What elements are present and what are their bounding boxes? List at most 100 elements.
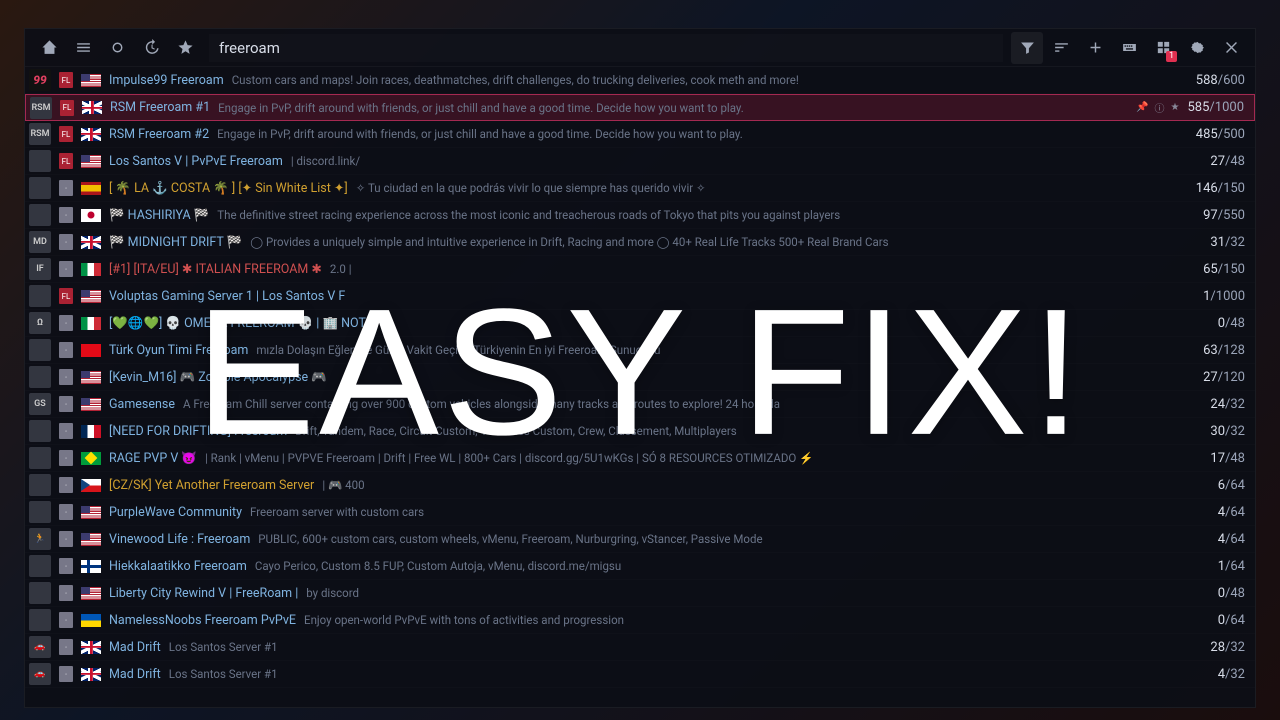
player-count: 0/48 bbox=[1218, 316, 1245, 331]
server-description: A Freeroam Chill server containing over … bbox=[183, 397, 1202, 411]
server-row[interactable]: ·Liberty City Rewind V | FreeRoam |by di… bbox=[25, 580, 1255, 607]
server-icon bbox=[29, 366, 51, 388]
server-description: Cayo Perico, Custom 8.5 FUP, Custom Auto… bbox=[255, 559, 1210, 573]
server-tag: · bbox=[59, 531, 73, 547]
server-icon bbox=[29, 204, 51, 226]
flag-icon bbox=[81, 371, 101, 384]
server-tag: FL bbox=[60, 100, 74, 116]
server-icon: RSM bbox=[30, 97, 52, 119]
resource-icon[interactable]: 1 bbox=[1147, 32, 1179, 64]
server-row[interactable]: 🏃·Vinewood Life : FreeroamPUBLIC, 600+ c… bbox=[25, 526, 1255, 553]
flag-icon bbox=[81, 506, 101, 519]
server-name: Los Santos V | PvPvE Freeroam bbox=[109, 154, 283, 169]
server-row[interactable]: · RAGE PVP V 😈 | Rank | vMenu | PVPVE Free… bbox=[25, 445, 1255, 472]
server-icon bbox=[29, 582, 51, 604]
server-row[interactable]: 99FLImpulse99 FreeroamCustom cars and ma… bbox=[25, 67, 1255, 94]
flag-icon bbox=[81, 614, 101, 627]
server-icon bbox=[29, 474, 51, 496]
server-row[interactable]: RSMFLRSM Freeroam #1Engage in PvP, drift… bbox=[25, 94, 1255, 121]
server-name: 🏁 HASHIRIYA 🏁 bbox=[109, 208, 209, 223]
server-row[interactable]: FLVoluptas Gaming Server 1 | Los Santos … bbox=[25, 283, 1255, 310]
server-icon bbox=[29, 447, 51, 469]
player-count: 0/48 bbox=[1218, 586, 1245, 601]
server-icon: 99 bbox=[29, 69, 51, 91]
gear-icon[interactable] bbox=[1181, 32, 1213, 64]
server-row[interactable]: FLLos Santos V | PvPvE Freeroam| discord… bbox=[25, 148, 1255, 175]
star-icon[interactable] bbox=[169, 32, 201, 64]
server-description: mızla Dolaşın Eğlen Ve Güzel Vakit Geçir… bbox=[256, 343, 1195, 357]
player-count: 63/128 bbox=[1203, 343, 1245, 358]
server-tag: · bbox=[59, 396, 73, 412]
server-icon bbox=[29, 555, 51, 577]
flag-icon bbox=[81, 290, 101, 303]
server-row[interactable]: ·PurpleWave CommunityFreeroam server wit… bbox=[25, 499, 1255, 526]
server-row[interactable]: 🚗·Mad DriftLos Santos Server #14/32 bbox=[25, 661, 1255, 688]
server-browser-panel: 1 99FLImpulse99 FreeroamCustom cars and … bbox=[24, 28, 1256, 708]
crown-icon[interactable] bbox=[101, 32, 133, 64]
filter-icon[interactable] bbox=[1011, 32, 1043, 64]
server-tag: · bbox=[59, 639, 73, 655]
server-description: The definitive street racing experience … bbox=[217, 208, 1195, 222]
server-tag: · bbox=[59, 315, 73, 331]
server-row[interactable]: Ω · [💚🌐💚] 💀 OMEGA FREEROAM 💀 | 🏢 NOT A 0/48 bbox=[25, 310, 1255, 337]
flag-icon bbox=[81, 452, 101, 465]
player-count: 4/64 bbox=[1218, 505, 1245, 520]
server-description: ✧ Tu ciudad en la que podrás vivir lo qu… bbox=[356, 181, 1188, 195]
server-name: [ 🌴 LA ⚓ COSTA 🌴 ] [✦ Sin White List ✦] bbox=[109, 180, 348, 196]
server-row[interactable]: ·Hiekkalaatikko FreeroamCayo Perico, Cus… bbox=[25, 553, 1255, 580]
server-row[interactable]: GS · Gamesense A Freeroam Chill server cont… bbox=[25, 391, 1255, 418]
close-icon[interactable] bbox=[1215, 32, 1247, 64]
server-tag: FL bbox=[59, 288, 73, 304]
info-icon[interactable]: ⓘ bbox=[1155, 100, 1165, 115]
server-description: Los Santos Server #1 bbox=[169, 640, 1203, 654]
server-icon: Ω bbox=[29, 312, 51, 334]
server-tag: FL bbox=[59, 72, 73, 88]
server-icon: IF bbox=[29, 258, 51, 280]
flag-icon bbox=[81, 263, 101, 276]
server-row[interactable]: IF·[#1] [ITA/EU] ✱ ITALIAN FREEROAM ✱2.0… bbox=[25, 256, 1255, 283]
fav-icon[interactable]: ★ bbox=[1171, 102, 1180, 113]
server-row[interactable]: ·[CZ/SK] Yet Another Freeroam Server| 🎮 … bbox=[25, 472, 1255, 499]
server-row[interactable]: ·NamelessNoobs Freeroam PvPvEEnjoy open-… bbox=[25, 607, 1255, 634]
player-count: 6/64 bbox=[1218, 478, 1245, 493]
server-tag: · bbox=[59, 558, 73, 574]
server-name: [NEED FOR DRIFTING] Freeroam bbox=[109, 424, 287, 439]
server-tag: · bbox=[59, 234, 73, 250]
server-description: by discord bbox=[306, 586, 1209, 600]
server-description: Drift, Tandem, Race, Circuit Custom, Véh… bbox=[295, 424, 1202, 438]
server-row[interactable]: MD·🏁 MIDNIGHT DRIFT 🏁◯ Provides a unique… bbox=[25, 229, 1255, 256]
server-tag: · bbox=[59, 450, 73, 466]
server-name: NamelessNoobs Freeroam PvPvE bbox=[109, 613, 296, 628]
add-icon[interactable] bbox=[1079, 32, 1111, 64]
server-row[interactable]: RSMFLRSM Freeroam #2Engage in PvP, drift… bbox=[25, 121, 1255, 148]
home-icon[interactable] bbox=[33, 32, 65, 64]
player-count: 4/32 bbox=[1218, 667, 1245, 682]
server-tag: · bbox=[59, 612, 73, 628]
search-input[interactable] bbox=[209, 34, 1003, 62]
server-icon bbox=[29, 501, 51, 523]
flag-icon bbox=[81, 587, 101, 600]
server-row[interactable]: ·[ 🌴 LA ⚓ COSTA 🌴 ] [✦ Sin White List ✦]… bbox=[25, 175, 1255, 202]
search-field[interactable] bbox=[209, 34, 1003, 62]
player-count: 4/64 bbox=[1218, 532, 1245, 547]
server-name: RAGE PVP V 😈 bbox=[109, 451, 197, 466]
sort-icon[interactable] bbox=[1045, 32, 1077, 64]
server-row[interactable]: ·[Kevin_M16] 🎮 Zombie Apocalypse 🎮27/120 bbox=[25, 364, 1255, 391]
server-name: Gamesense bbox=[109, 397, 175, 412]
server-icon: GS bbox=[29, 393, 51, 415]
server-row[interactable]: ·🏁 HASHIRIYA 🏁The definitive street raci… bbox=[25, 202, 1255, 229]
server-description: | Rank | vMenu | PVPVE Freeroam | Drift … bbox=[205, 451, 1202, 465]
server-row[interactable]: ·[NEED FOR DRIFTING] FreeroamDrift, Tand… bbox=[25, 418, 1255, 445]
flag-icon bbox=[81, 425, 101, 438]
server-name: [💚🌐💚] 💀 OMEGA FREEROAM 💀 | 🏢 NOT A bbox=[109, 316, 377, 331]
flag-icon bbox=[81, 641, 101, 654]
server-row[interactable]: 🚗·Mad DriftLos Santos Server #128/32 bbox=[25, 634, 1255, 661]
flag-icon bbox=[82, 101, 102, 114]
history-icon[interactable] bbox=[135, 32, 167, 64]
server-row[interactable]: ·Türk Oyun Timi Freeroammızla Dolaşın Eğ… bbox=[25, 337, 1255, 364]
server-name: PurpleWave Community bbox=[109, 505, 242, 520]
pin-icon[interactable]: 📌 bbox=[1136, 102, 1148, 113]
keyboard-icon[interactable] bbox=[1113, 32, 1145, 64]
menu-icon[interactable] bbox=[67, 32, 99, 64]
flag-icon bbox=[81, 74, 101, 87]
